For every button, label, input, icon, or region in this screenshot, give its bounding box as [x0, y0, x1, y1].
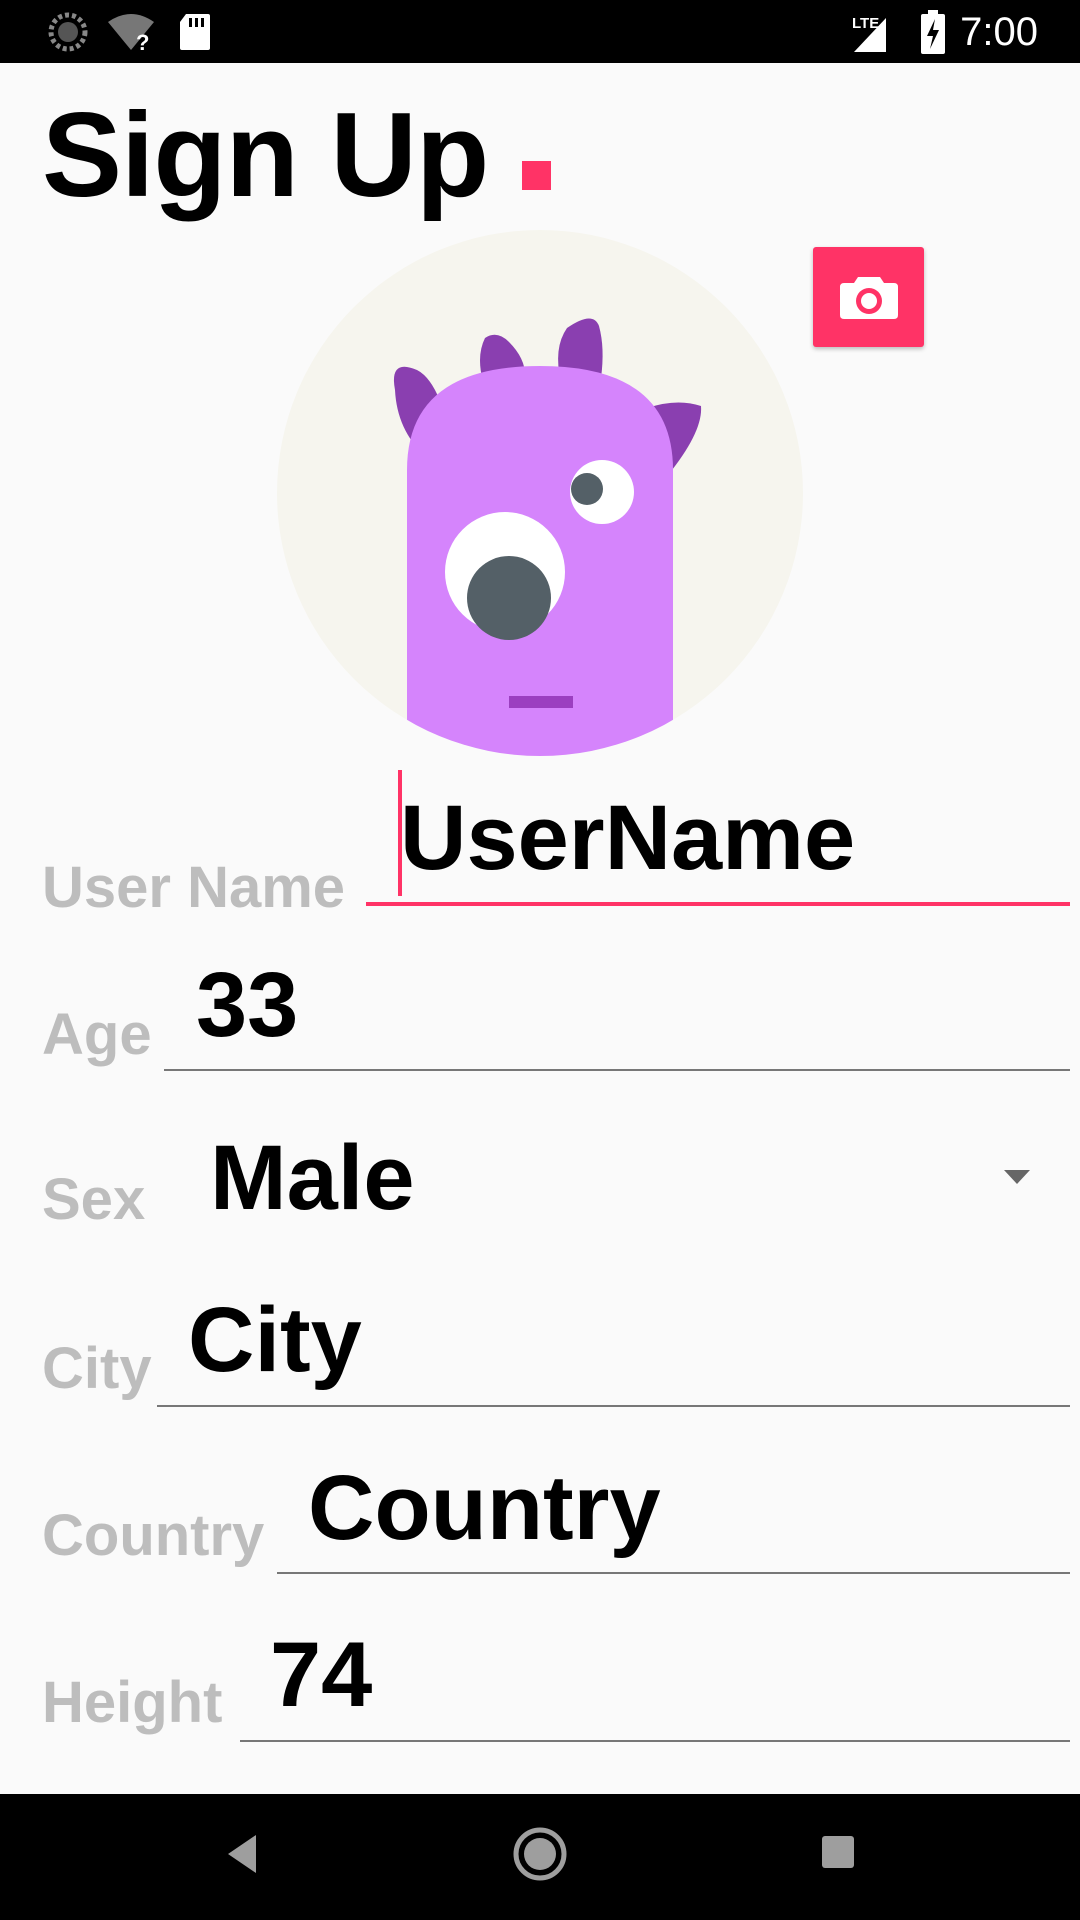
svg-text:LTE: LTE: [852, 15, 879, 32]
status-time: 7:00: [960, 10, 1038, 54]
sex-label: Sex: [42, 1167, 146, 1232]
home-icon[interactable]: [512, 1826, 568, 1882]
back-icon[interactable]: [222, 1829, 262, 1879]
username-label: User Name: [42, 855, 346, 920]
change-photo-button[interactable]: [813, 247, 924, 347]
age-label: Age: [42, 1002, 152, 1067]
camera-icon: [839, 277, 898, 319]
height-label: Height: [42, 1670, 223, 1735]
age-input[interactable]: 33: [196, 955, 298, 1055]
username-input[interactable]: UserName: [400, 788, 855, 888]
sex-dropdown[interactable]: Male: [210, 1128, 415, 1228]
age-underline: [164, 1069, 1070, 1071]
city-input[interactable]: City: [188, 1290, 362, 1390]
monster-avatar-icon: [277, 230, 803, 756]
avatar[interactable]: [277, 230, 803, 756]
city-label: City: [42, 1336, 152, 1401]
svg-text:?: ?: [136, 30, 149, 52]
sd-card-icon: [180, 14, 210, 50]
country-label: Country: [42, 1503, 265, 1568]
title-accent-dot: [522, 161, 551, 190]
chevron-down-icon[interactable]: [1004, 1170, 1030, 1184]
username-underline: [366, 902, 1070, 906]
country-input[interactable]: Country: [308, 1458, 661, 1558]
height-underline: [240, 1740, 1070, 1742]
wifi-unknown-icon: ?: [108, 14, 154, 52]
navigation-bar: [0, 1794, 1080, 1920]
status-bar: ? LTE 7:00: [0, 0, 1080, 63]
sync-icon: [48, 12, 88, 52]
lte-signal-icon: LTE: [852, 15, 886, 52]
battery-charging-icon: [921, 10, 945, 54]
city-underline: [157, 1405, 1070, 1407]
country-underline: [277, 1572, 1070, 1574]
recents-icon[interactable]: [820, 1834, 856, 1870]
page-title: Sign Up: [42, 88, 489, 222]
height-input[interactable]: 74: [270, 1625, 372, 1725]
